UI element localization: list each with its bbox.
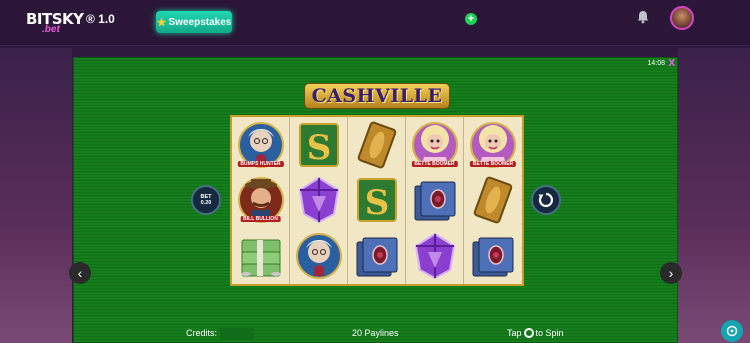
add-funds-button[interactable]: + [465,13,477,25]
game-title-plate: CASHVILLE [304,83,450,109]
symbol-tag: BETTE BOOMER [411,160,458,167]
tap-prefix: Tap [507,328,522,338]
purple-jewel-symbol [290,173,347,229]
bell-icon[interactable] [636,10,650,24]
chat-support-button[interactable] [721,320,743,342]
site-logo[interactable]: BITSKY .bet ® 1.0 [26,10,115,36]
cash-stack-icon [240,239,281,277]
logo-subtext: .bet [42,24,60,35]
dollar-icon: S [298,122,339,168]
refresh-icon [538,192,554,208]
bet-button[interactable]: BET 0.20 [191,185,221,215]
reel-2: S [290,117,348,284]
granny-icon [295,233,342,280]
tap-to-spin-hint[interactable]: Tap to Spin [507,328,564,338]
symbol-tag: BUMPS HUNTER [237,160,284,167]
gold-bar-icon [357,121,396,169]
sweepstakes-button[interactable]: ★ Sweepstakes [156,11,232,33]
symbol-tag: BETTE BOOMER [469,160,517,167]
cash-stack-symbol [232,228,289,284]
background-left-panel [0,48,72,343]
purple-jewel-icon [414,232,455,280]
reel-3: S [348,117,406,284]
paylines-label: 20 Paylines [352,328,399,338]
purple-jewel-icon [298,177,339,224]
previous-game-arrow[interactable]: ‹ [69,262,91,284]
symbol-tag: BILL BULLION [240,216,281,223]
game-frame: 14:08 X CASHVILLE BUMPS HUNTER BILL BULLI… [73,57,678,343]
blue-cards-icon [414,181,455,221]
bet-value: 0.20 [200,200,212,206]
star-icon: ★ [156,16,167,29]
reel-5: BETTE BOOMER [464,117,522,284]
bill-bullion-symbol: BILL BULLION [232,173,289,229]
reel-grid: BUMPS HUNTER BILL BULLION S S BETTE BOOMER BE… [230,115,524,286]
dollar-symbol: S [290,117,347,173]
next-game-arrow[interactable]: › [660,262,682,284]
blue-cards-symbol [464,228,522,284]
game-title: CASHVILLE [311,85,443,107]
blue-cards-symbol [406,173,463,229]
betty-symbol: BETTE BOOMER [464,117,522,173]
dollar-icon: S [356,178,397,223]
chat-icon [726,325,738,337]
blue-cards-icon [356,237,397,277]
reel-4: BETTE BOOMER [406,117,464,284]
gold-bar-icon [473,177,513,224]
svg-text:S: S [306,128,331,168]
granny-symbol: BUMPS HUNTER [232,117,289,173]
game-clock: 14:08 [647,60,665,67]
credits-label: Credits: [186,328,218,338]
svg-text:S: S [364,183,389,223]
gold-bar-symbol [348,117,405,173]
spin-ring-icon [523,328,534,338]
version-label: ® 1.0 [86,12,115,26]
user-avatar[interactable] [670,6,694,30]
blue-cards-symbol [348,228,405,284]
spin-button[interactable] [531,185,561,215]
gold-bar-symbol [464,173,522,229]
sweepstakes-label: Sweepstakes [168,16,232,28]
tap-suffix: to Spin [535,328,564,338]
purple-jewel-symbol [406,228,463,284]
game-status-bar: Credits: 20 Paylines Tap to Spin [74,327,679,342]
granny-symbol [290,228,347,284]
background-right-panel [678,48,750,343]
credits-value [220,328,254,340]
top-navigation-bar: BITSKY .bet ® 1.0 ★ Sweepstakes + [0,0,750,46]
close-game-button[interactable]: X [668,58,675,69]
blue-cards-icon [472,237,514,277]
reel-1: BUMPS HUNTER BILL BULLION [232,117,290,284]
dollar-symbol: S [348,173,405,229]
betty-symbol: BETTE BOOMER [406,117,463,173]
